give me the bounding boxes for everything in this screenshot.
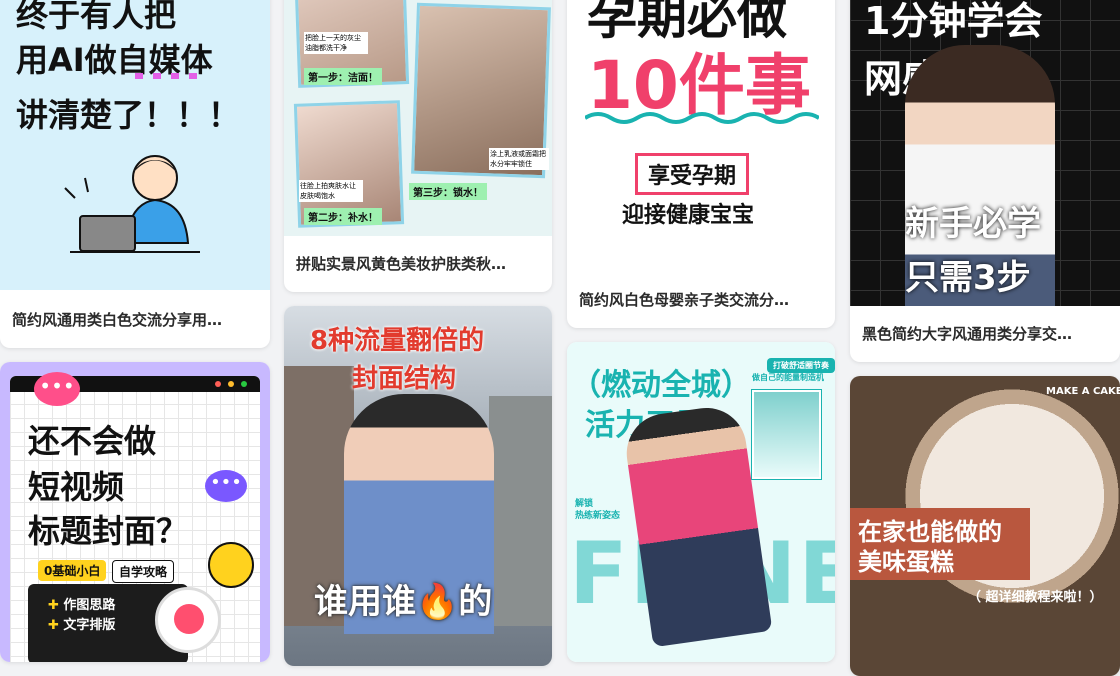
- step-note: 往脸上拍爽肤水让皮肤喝饱水: [299, 180, 363, 202]
- card-thumbnail[interactable]: （燃动全城） 活力无界 打破舒适圈节奏 做自己的能量制造机 解锁 热练新姿态 F…: [567, 342, 835, 662]
- cover-title-line: 讲清楚了！！！: [16, 96, 241, 134]
- cover-subtitle: 迎接健康宝宝: [622, 203, 755, 228]
- card-thumbnail[interactable]: ••• ••• 还不会做 短视频 标题封面？ 0基础小白 自学攻略 ✚ 作图思路…: [0, 362, 270, 662]
- cover-title-line: 标题封面？: [28, 512, 189, 550]
- step-label: 第二步：补水！: [304, 208, 382, 225]
- bullet-item: ✚ 文字排版: [48, 614, 115, 633]
- template-card-6[interactable]: 8种流量翻倍的 封面结构 谁用谁🔥的: [284, 306, 552, 666]
- card-caption[interactable]: 简约风通用类白色交流分享用…: [12, 309, 260, 330]
- cover-subtitle: 享受孕期: [635, 153, 750, 195]
- template-card-8[interactable]: MAKE A CAKE 在家也能做的 美味蛋糕 （ 超详细教程来啦！）: [850, 376, 1120, 676]
- card-thumbnail[interactable]: 1分钟学会 网感封面 新手必学 只需3步: [850, 0, 1120, 306]
- chat-bubble-icon: •••: [205, 470, 247, 502]
- card-thumbnail[interactable]: 第一步：洁面！ 第二步：补水！ 第三步：锁水！ 把脸上一天的灰尘油脂都洗干净 往…: [284, 0, 552, 236]
- cover-title-line: 8种流量翻倍的: [310, 326, 485, 356]
- template-card-2[interactable]: 第一步：洁面！ 第二步：补水！ 第三步：锁水！ 把脸上一天的灰尘油脂都洗干净 往…: [284, 0, 552, 292]
- template-card-1[interactable]: 终于有人把 用AI做自媒体 讲清楚了！！！ 简约风通用类白色交流分享用…: [0, 0, 270, 348]
- window-dot: [215, 381, 221, 387]
- card-thumbnail[interactable]: MAKE A CAKE 在家也能做的 美味蛋糕 （ 超详细教程来啦！）: [850, 376, 1120, 676]
- cover-title-line: 短视频: [28, 468, 125, 506]
- template-card-5[interactable]: ••• ••• 还不会做 短视频 标题封面？ 0基础小白 自学攻略 ✚ 作图思路…: [0, 362, 270, 662]
- plus-icon: ✚: [48, 598, 64, 613]
- template-card-4[interactable]: 1分钟学会 网感封面 新手必学 只需3步 黑色简约大字风通用类分享交…: [850, 0, 1120, 362]
- building-right: [489, 396, 552, 626]
- card-caption[interactable]: 简约风白色母婴亲子类交流分…: [579, 289, 825, 310]
- illustration-person-laptop: [64, 155, 200, 253]
- cover-bottom-line: 谁用谁🔥的: [314, 582, 493, 622]
- cover-title-line: （燃动全城）: [571, 368, 751, 403]
- tag: 自学攻略: [112, 560, 175, 583]
- cover-title-line: 1分钟学会: [864, 0, 1043, 43]
- corner-label: MAKE A CAKE: [1046, 386, 1120, 397]
- cover-bottom-line: 新手必学: [905, 204, 1041, 244]
- card-thumbnail[interactable]: 孕期必做 10件事 享受孕期 迎接健康宝宝: [567, 0, 835, 270]
- dot-underline: [135, 73, 205, 79]
- window-dot: [228, 381, 234, 387]
- bullet-item: ✚ 作图思路: [48, 594, 115, 613]
- card-caption[interactable]: 黑色简约大字风通用类分享交…: [862, 323, 1110, 344]
- cover-title-line: 美味蛋糕: [858, 548, 954, 576]
- cover-title-line: 终于有人把: [16, 0, 177, 34]
- side-note: 做自己的能量制造机: [752, 373, 824, 382]
- template-card-3[interactable]: 孕期必做 10件事 享受孕期 迎接健康宝宝 简约风白色母婴亲子类交流分…: [567, 0, 835, 328]
- unlock-label: 热练新姿态: [575, 511, 621, 521]
- step-label: 第一步：洁面！: [304, 68, 382, 85]
- template-card-7[interactable]: （燃动全城） 活力无界 打破舒适圈节奏 做自己的能量制造机 解锁 热练新姿态 F…: [567, 342, 835, 662]
- chat-bubble-icon: •••: [34, 372, 80, 406]
- cover-footer: （ 超详细教程来啦！）: [968, 590, 1103, 605]
- window-dot: [241, 381, 247, 387]
- tag: 0基础小白: [38, 560, 107, 581]
- step-note: 涂上乳液或面霜把水分牢牢锁住: [489, 148, 549, 170]
- cover-title-line: 还不会做: [28, 422, 157, 460]
- wave-decoration: [585, 112, 819, 124]
- card-thumbnail[interactable]: 8种流量翻倍的 封面结构 谁用谁🔥的: [284, 306, 552, 666]
- plus-icon: ✚: [48, 618, 64, 633]
- cover-bottom-line: 只需3步: [905, 258, 1031, 298]
- card-caption[interactable]: 拼贴实景风黄色美妆护肤类秋…: [296, 253, 542, 274]
- cover-title-line: 封面结构: [352, 364, 457, 394]
- smiley-emoji-icon: [208, 542, 254, 588]
- card-thumbnail[interactable]: 终于有人把 用AI做自媒体 讲清楚了！！！: [0, 0, 270, 290]
- bullet-text: 文字排版: [63, 618, 116, 633]
- step-note: 把脸上一天的灰尘油脂都洗干净: [304, 32, 368, 54]
- bullet-text: 作图思路: [63, 598, 116, 613]
- step-label: 第三步：锁水！: [409, 183, 487, 200]
- play-button-icon: [155, 587, 221, 653]
- side-tag: 打破舒适圈节奏: [767, 358, 835, 373]
- small-photo: [752, 390, 821, 479]
